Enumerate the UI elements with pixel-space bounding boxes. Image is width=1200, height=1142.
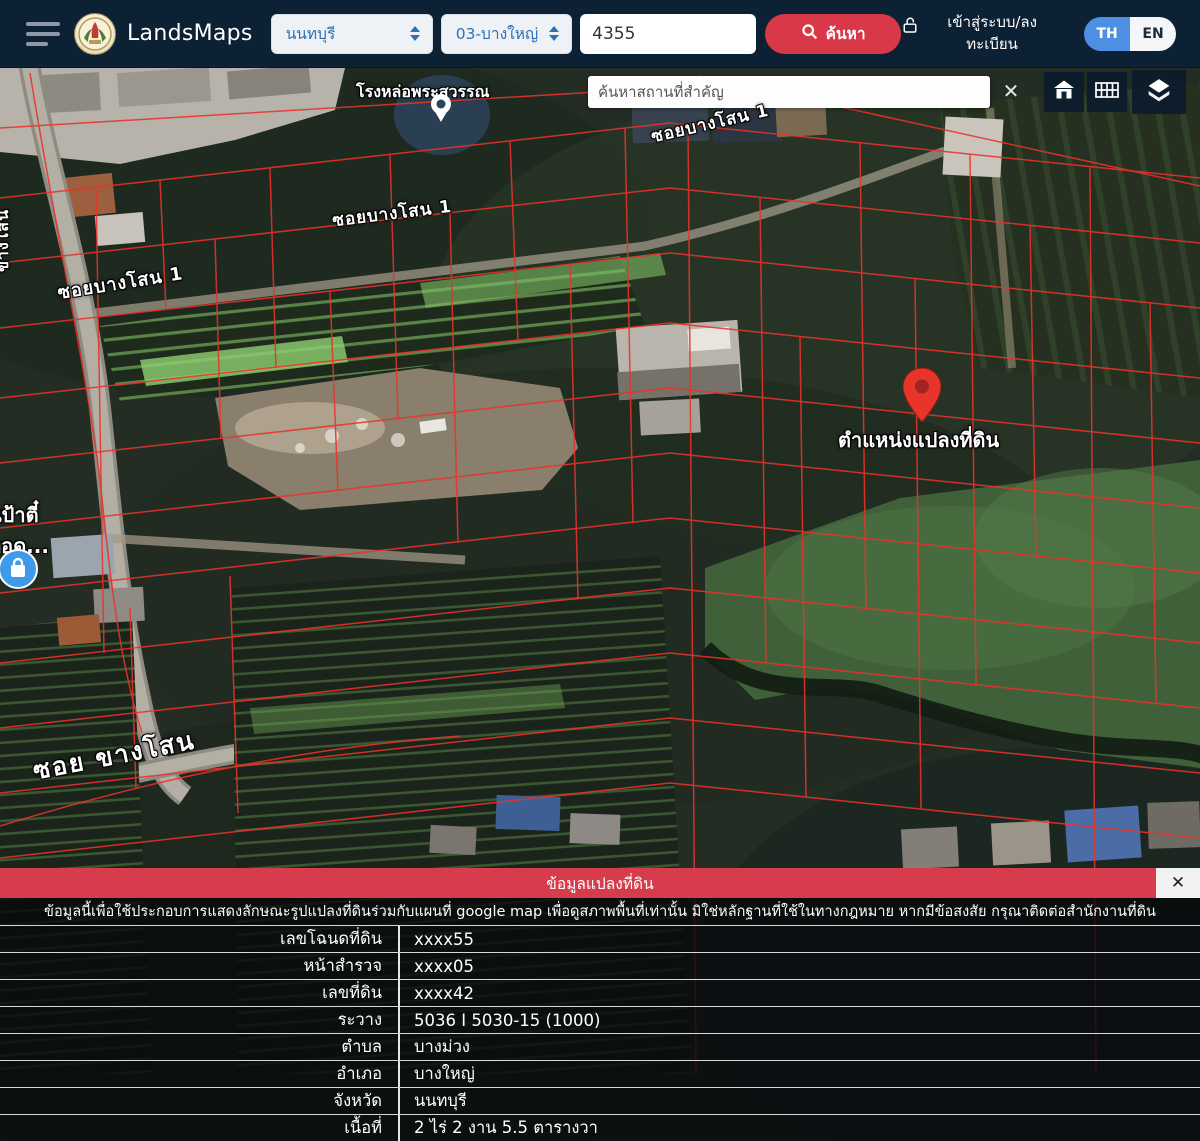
parcel-info-panel: ข้อมูลแปลงที่ดิน ✕ ข้อมูลนี้เพื่อใช้ประก… [0,868,1200,1142]
district-select-value: 03-บางใหญ่ [456,21,538,46]
road-label-left-edge: ขางโสน [0,209,16,272]
lang-th-button[interactable]: TH [1084,17,1130,51]
table-row: ตำบล บางม่วง [0,1034,1200,1061]
shop-pin-icon[interactable] [0,548,39,590]
table-row: อำเภอ บางใหญ่ [0,1061,1200,1088]
panel-close-icon[interactable]: ✕ [1156,868,1200,898]
table-row: หน้าสำรวจ xxxx05 [0,953,1200,980]
table-row: จังหวัด นนทบุรี [0,1088,1200,1115]
row-value: นนทบุรี [400,1088,1200,1114]
grid-icon [1094,79,1120,105]
brand-title: LandsMaps [127,21,253,46]
map-search-close-icon[interactable]: ✕ [998,77,1024,105]
district-select[interactable]: 03-บางใหญ่ [441,14,572,54]
home-button[interactable] [1044,72,1084,112]
row-label: ตำบล [0,1034,400,1060]
search-icon [801,23,818,44]
row-value: บางม่วง [400,1034,1200,1060]
row-label: ระวาง [0,1007,400,1033]
row-value: xxxx55 [400,926,1200,952]
province-select-value: นนทบุรี [286,21,336,46]
lang-en-button[interactable]: EN [1130,17,1176,51]
row-label: เนื้อที่ [0,1115,400,1141]
login-label: เข้าสู่ระบบ/ลงทะเบียน [926,12,1058,56]
landsmaps-app: ✕ โรงหล่อพระสุวรรณ นป้าตี๋ ทอด... [0,0,1200,1142]
table-row: ระวาง 5036 I 5030-15 (1000) [0,1007,1200,1034]
home-icon [1052,78,1076,106]
table-row: เลขโฉนดที่ดิน xxxx55 [0,925,1200,953]
language-toggle[interactable]: TH EN [1084,17,1176,51]
row-label: เลขโฉนดที่ดิน [0,926,400,952]
disclaimer-text: ข้อมูลนี้เพื่อใช้ประกอบการแสดงลักษณะรูปแ… [0,898,1200,925]
parcel-marker-label: ตำแหน่งแปลงที่ดิน [838,424,999,456]
row-label: เลขที่ดิน [0,980,400,1006]
layers-icon [1145,76,1173,108]
row-value: บางใหญ่ [400,1061,1200,1087]
poi-pin-icon[interactable] [424,90,458,134]
row-label: อำเภอ [0,1061,400,1087]
chevron-updown-icon [549,26,559,41]
panel-title: ข้อมูลแปลงที่ดิน [546,871,653,896]
row-label: หน้าสำรวจ [0,953,400,979]
search-button[interactable]: ค้นหา [765,14,901,54]
table-row: เลขที่ดิน xxxx42 [0,980,1200,1007]
province-select[interactable]: นนทบุรี [271,14,433,54]
poi-foundry-label: โรงหล่อพระสุวรรณ [356,80,489,105]
table-row: เนื้อที่ 2 ไร่ 2 งาน 5.5 ตารางวา [0,1115,1200,1142]
search-button-label: ค้นหา [826,21,866,46]
lock-icon [901,15,919,39]
row-value: xxxx42 [400,980,1200,1006]
row-label: จังหวัด [0,1088,400,1114]
layers-button[interactable] [1132,70,1186,114]
row-value: 5036 I 5030-15 (1000) [400,1007,1200,1033]
grid-view-button[interactable] [1087,72,1127,112]
panel-header: ข้อมูลแปลงที่ดิน ✕ [0,868,1200,898]
map-search-input[interactable] [588,76,990,108]
parcel-marker-pin[interactable] [903,368,941,422]
parcel-table: เลขโฉนดที่ดิน xxxx55 หน้าสำรวจ xxxx05 เล… [0,925,1200,1142]
chevron-updown-icon [410,26,420,41]
parcel-number-input[interactable] [580,14,756,54]
hamburger-menu-icon[interactable] [26,22,60,46]
row-value: xxxx05 [400,953,1200,979]
row-value: 2 ไร่ 2 งาน 5.5 ตารางวา [400,1115,1200,1141]
login-link[interactable]: เข้าสู่ระบบ/ลงทะเบียน [901,12,1058,56]
department-of-lands-logo [74,13,116,55]
top-navbar: LandsMaps นนทบุรี 03-บางใหญ่ ค้นหา เข้าส… [0,0,1200,68]
